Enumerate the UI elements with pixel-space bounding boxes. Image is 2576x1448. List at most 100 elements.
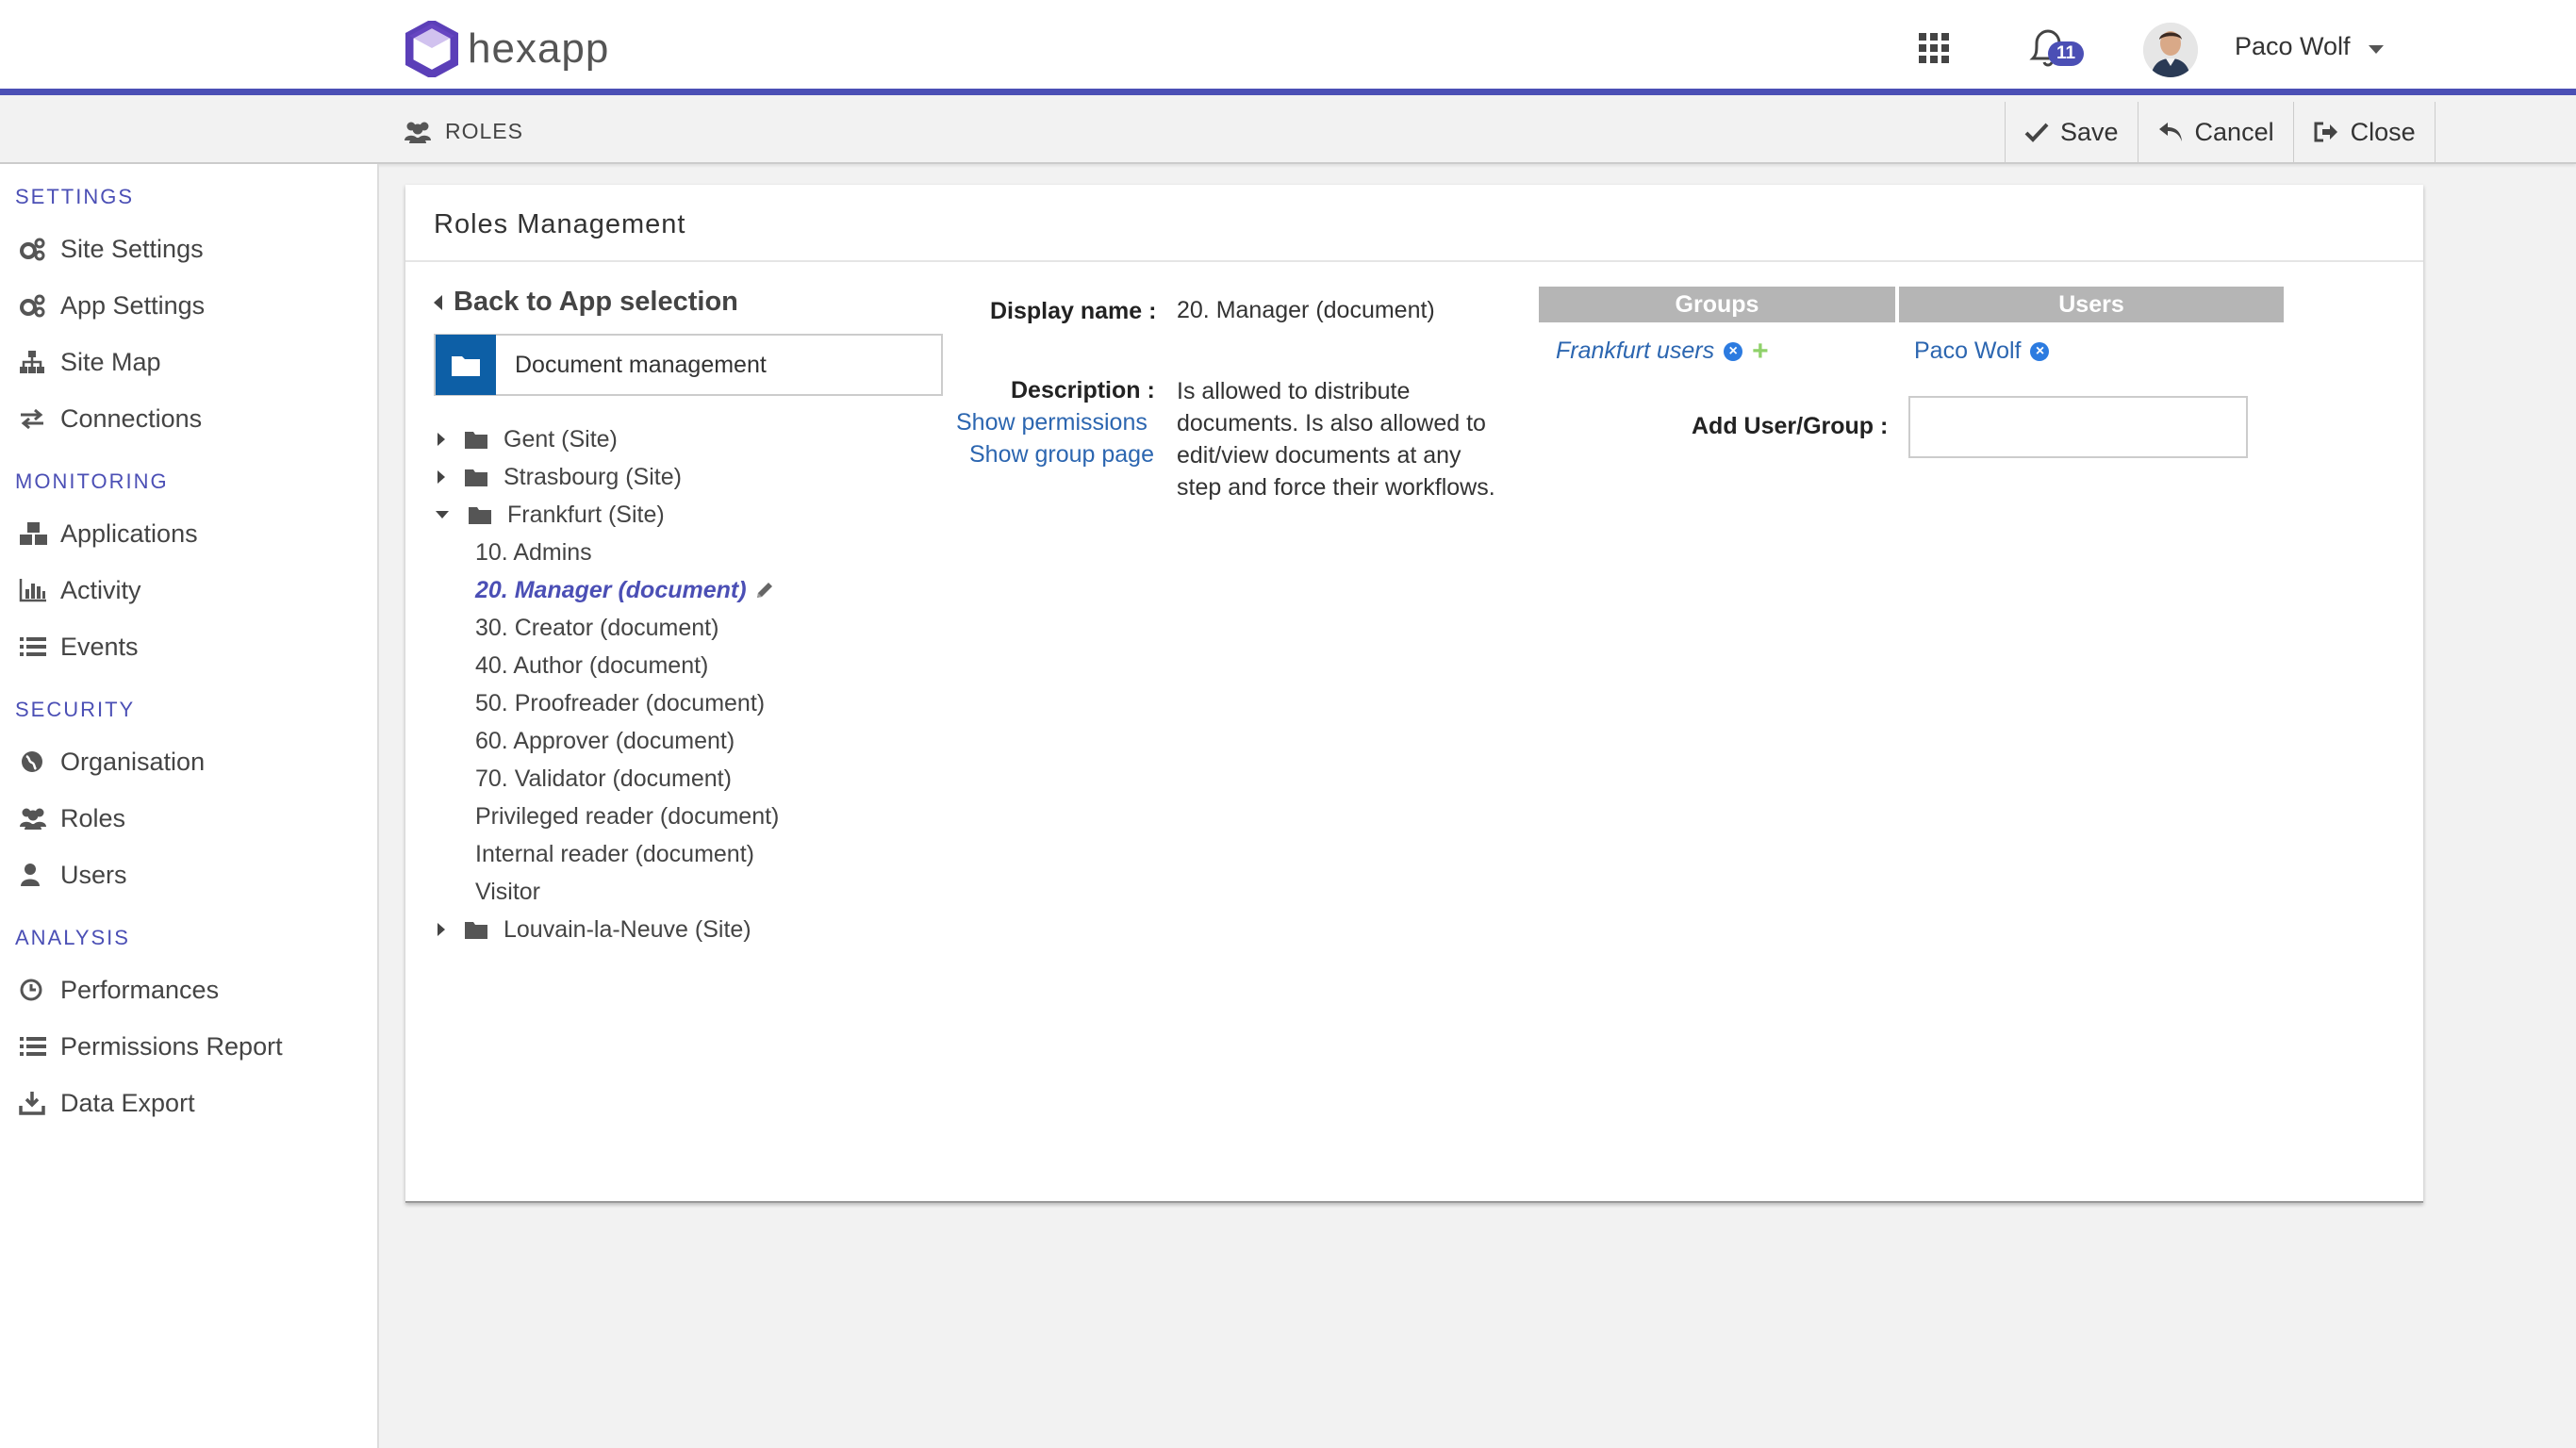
brand-logo[interactable]: hexapp [405,21,609,77]
role-label: 60. Approver (document) [475,727,735,754]
user-item[interactable]: Paco Wolf × [1914,337,2050,365]
caret-down-icon[interactable] [436,511,449,518]
cogs-icon [19,291,51,320]
bar-chart-icon [19,576,51,604]
tree-node-label: Frankfurt (Site) [507,501,665,528]
tree-node-gent[interactable]: Gent (Site) [438,422,618,456]
pencil-icon[interactable] [754,580,775,601]
tree-role-item[interactable]: Visitor [475,875,540,909]
add-user-group-input[interactable] [1908,396,2248,458]
sidebar-section-monitoring: MONITORING [15,469,169,493]
tree-node-frankfurt[interactable]: Frankfurt (Site) [436,498,665,532]
close-button[interactable]: Close [2294,102,2436,162]
sidebar-item-label: Users [60,860,127,889]
show-permissions-link[interactable]: Show permissions [956,409,1148,436]
tree-role-item[interactable]: Internal reader (document) [475,837,754,871]
users-icon [405,122,431,143]
sidebar-item-site-map[interactable]: Site Map [19,343,161,381]
role-label: Internal reader (document) [475,840,754,867]
back-label: Back to App selection [454,287,738,317]
save-label: Save [2060,117,2119,146]
add-user-group-label: Add User/Group : [1692,413,1889,439]
description-label: Description : [1011,377,1155,403]
tree-role-item[interactable]: 60. Approver (document) [475,724,735,758]
tree-role-item[interactable]: 40. Author (document) [475,649,708,683]
sidebar-item-performances[interactable]: Performances [19,971,219,1009]
users-column-header: Users [1899,287,2284,322]
sidebar-section-security: SECURITY [15,698,136,721]
sidebar-item-label: Activity [60,575,141,604]
plus-icon[interactable]: + [1752,337,1769,365]
hexagon-logo-icon [405,21,458,77]
sidebar-item-label: Site Map [60,347,161,376]
sub-toolbar: ROLES Save Cancel Close [0,102,2576,164]
tree-role-item[interactable]: 10. Admins [475,535,592,569]
tree-node-label: Strasbourg (Site) [504,463,682,490]
group-item-label[interactable]: Frankfurt users [1556,337,1714,365]
user-item-label[interactable]: Paco Wolf [1914,337,2021,365]
show-group-page-link[interactable]: Show group page [969,441,1154,469]
tree-role-item[interactable]: Privileged reader (document) [475,799,779,833]
sidebar-item-label: Organisation [60,747,206,776]
caret-right-icon[interactable] [438,433,445,446]
apps-grid-icon[interactable] [1919,33,1949,63]
app-selector[interactable]: Document management [434,334,943,396]
sidebar-item-label: App Settings [60,290,206,320]
close-label: Close [2350,117,2416,146]
folder-icon [465,469,487,486]
page-title: ROLES [404,119,523,144]
tree-node-strasbourg[interactable]: Strasbourg (Site) [438,460,682,494]
sidebar-item-applications[interactable]: Applications [19,515,198,552]
remove-circle-icon[interactable]: × [1724,341,1743,361]
description-line: step and force their workflows. [1177,474,1495,501]
remove-circle-icon[interactable]: × [2030,341,2050,361]
role-label: 10. Admins [475,538,592,566]
group-item[interactable]: Frankfurt users × + [1556,337,1769,365]
sidebar-item-connections[interactable]: Connections [19,400,202,437]
caret-right-icon[interactable] [438,923,445,936]
sidebar-item-label: Site Settings [60,234,204,263]
avatar[interactable] [2143,23,2198,77]
role-label: Privileged reader (document) [475,802,780,830]
cancel-button[interactable]: Cancel [2138,102,2294,162]
sidebar-section-analysis: ANALYSIS [15,926,130,949]
role-label: 50. Proofreader (document) [475,689,766,716]
caret-left-icon [434,294,442,310]
globe-icon [19,748,51,776]
sidebar-item-activity[interactable]: Activity [19,571,141,609]
sidebar-item-data-export[interactable]: Data Export [19,1084,195,1122]
role-label: 30. Creator (document) [475,614,719,641]
roles-panel: Roles Management Back to App selection D… [405,185,2423,1203]
exchange-icon [19,404,51,433]
panel-title: Roles Management [434,209,686,239]
sidebar-item-app-settings[interactable]: App Settings [19,287,205,324]
sidebar-item-permissions-report[interactable]: Permissions Report [19,1028,283,1065]
tree-role-item[interactable]: 30. Creator (document) [475,611,718,645]
page-title-text: ROLES [445,119,523,143]
sidebar-item-organisation[interactable]: Organisation [19,743,205,781]
sidebar-item-roles[interactable]: Roles [19,799,125,837]
clock-icon [19,976,51,1004]
sidebar-item-site-settings[interactable]: Site Settings [19,230,204,268]
tree-role-item-selected[interactable]: 20. Manager (document) [475,573,775,607]
description-line: Is allowed to distribute [1177,378,1411,404]
description-line: documents. Is also allowed to [1177,410,1486,436]
sidebar-item-label: Applications [60,518,198,548]
top-bar: hexapp 11 Paco Wolf [0,0,2576,95]
tree-node-louvain[interactable]: Louvain-la-Neuve (Site) [438,913,751,946]
chevron-down-icon[interactable] [2369,45,2384,54]
sitemap-icon [19,348,51,376]
tree-role-item[interactable]: 70. Validator (document) [475,762,732,796]
save-button[interactable]: Save [2006,102,2138,162]
sidebar-item-events[interactable]: Events [19,628,139,666]
description-value: Is allowed to distribute documents. Is a… [1177,375,1495,503]
back-to-app-selection-link[interactable]: Back to App selection [434,287,738,318]
tree-role-item[interactable]: 50. Proofreader (document) [475,686,765,720]
caret-right-icon[interactable] [438,470,445,484]
groups-column-header: Groups [1539,287,1895,322]
folder-open-icon [469,507,491,524]
user-name[interactable]: Paco Wolf [2235,32,2351,61]
undo-icon [2158,123,2182,141]
app-name: Document management [515,351,767,378]
sidebar-item-users[interactable]: Users [19,856,127,894]
